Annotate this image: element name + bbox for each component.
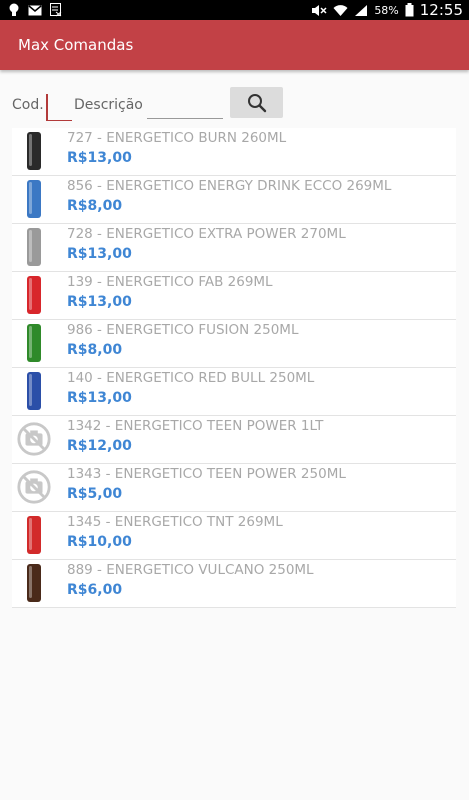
product-row[interactable]: 889 - ENERGETICO VULCANO 250ML R$6,00 [12, 560, 456, 608]
product-title: 727 - ENERGETICO BURN 260ML [67, 130, 287, 146]
search-button[interactable] [230, 87, 283, 118]
product-price: R$6,00 [67, 582, 123, 598]
product-row[interactable]: 140 - ENERGETICO RED BULL 250ML R$13,00 [12, 368, 456, 416]
product-row[interactable]: 986 - ENERGETICO FUSION 250ML R$8,00 [12, 320, 456, 368]
product-row[interactable]: 728 - ENERGETICO EXTRA POWER 270ML R$13,0… [12, 224, 456, 272]
product-title: 1345 - ENERGETICO TNT 269ML [67, 514, 283, 530]
signal-icon [355, 4, 368, 16]
lightbulb-icon [9, 3, 19, 16]
cod-label: Cod. [12, 97, 44, 113]
status-time: 12:55 [419, 1, 463, 19]
product-title: 986 - ENERGETICO FUSION 250ML [67, 322, 299, 338]
filter-row: Cod. Descrição [0, 86, 469, 122]
product-title: 1343 - ENERGETICO TEEN POWER 250ML [67, 466, 346, 482]
product-can-image [16, 178, 52, 220]
desc-label: Descrição [74, 97, 143, 113]
product-price: R$8,00 [67, 342, 123, 358]
product-list: 727 - ENERGETICO BURN 260ML R$13,00 856 - … [12, 128, 456, 608]
status-bar: 58% 12:55 [0, 0, 469, 20]
no-photo-icon [16, 418, 52, 460]
product-price: R$12,00 [67, 438, 132, 454]
product-row[interactable]: 856 - ENERGETICO ENERGY DRINK ECCO 269ML… [12, 176, 456, 224]
product-title: 139 - ENERGETICO FAB 269ML [67, 274, 273, 290]
product-can-image [16, 226, 52, 268]
product-price: R$13,00 [67, 150, 132, 166]
product-price: R$13,00 [67, 294, 132, 310]
product-row[interactable]: 1342 - ENERGETICO TEEN POWER 1LT R$12,00 [12, 416, 456, 464]
product-price: R$13,00 [67, 390, 132, 406]
product-can-image [16, 130, 52, 172]
search-icon [247, 93, 266, 112]
battery-percent: 58% [374, 3, 399, 17]
desc-input[interactable] [147, 96, 223, 119]
product-can-image [16, 514, 52, 556]
product-title: 1342 - ENERGETICO TEEN POWER 1LT [67, 418, 324, 434]
product-row[interactable]: 1343 - ENERGETICO TEEN POWER 250ML R$5,00 [12, 464, 456, 512]
wifi-icon [333, 4, 348, 16]
status-left-icons [8, 2, 62, 18]
product-can-image [16, 370, 52, 412]
product-can-image [16, 274, 52, 316]
app-bar: Max Comandas [0, 20, 469, 70]
product-title: 856 - ENERGETICO ENERGY DRINK ECCO 269ML [67, 178, 392, 194]
product-row[interactable]: 1345 - ENERGETICO TNT 269ML R$10,00 [12, 512, 456, 560]
product-can-image [16, 562, 52, 604]
status-right: 58% 12:55 [311, 0, 463, 20]
product-title: 889 - ENERGETICO VULCANO 250ML [67, 562, 314, 578]
product-row[interactable]: 139 - ENERGETICO FAB 269ML R$13,00 [12, 272, 456, 320]
product-price: R$10,00 [67, 534, 132, 550]
mute-icon [312, 4, 327, 16]
app-title: Max Comandas [18, 36, 134, 54]
ocr-icon [50, 3, 62, 17]
product-row[interactable]: 727 - ENERGETICO BURN 260ML R$13,00 [12, 128, 456, 176]
cod-input[interactable] [46, 94, 72, 121]
product-title: 728 - ENERGETICO EXTRA POWER 270ML [67, 226, 346, 242]
product-title: 140 - ENERGETICO RED BULL 250ML [67, 370, 315, 386]
product-price: R$8,00 [67, 198, 123, 214]
battery-icon [405, 3, 414, 17]
no-photo-icon [16, 466, 52, 508]
product-price: R$5,00 [67, 486, 123, 502]
mail-icon [28, 4, 42, 15]
product-can-image [16, 322, 52, 364]
product-price: R$13,00 [67, 246, 132, 262]
